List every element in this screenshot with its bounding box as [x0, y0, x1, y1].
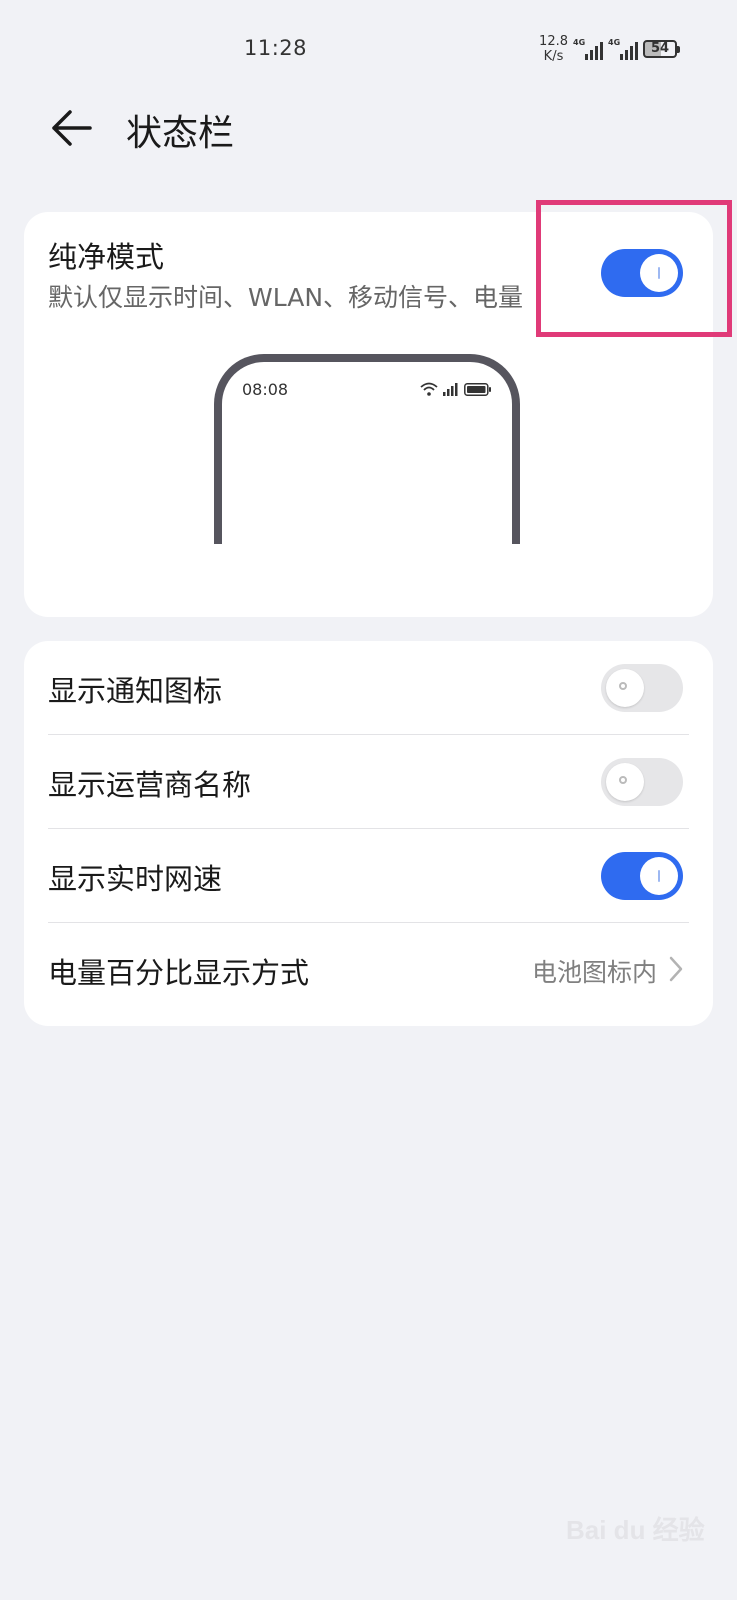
setting-value: 电池图标内 [531, 958, 657, 987]
setting-label: 电量百分比显示方式 [48, 956, 310, 990]
status-icons: 12.8 K/s 4G 4G 54 [539, 32, 680, 66]
signal-icon [443, 382, 458, 396]
setting-row-battery-percentage[interactable]: 电量百分比显示方式 电池图标内 [48, 923, 689, 1017]
status-time: 11:28 [244, 36, 308, 60]
notification-icons-toggle[interactable] [601, 664, 683, 712]
pure-mode-subtitle: 默认仅显示时间、WLAN、移动信号、电量 [48, 283, 524, 312]
watermark: Bai du 经验 [566, 1515, 705, 1545]
toggle-knob [606, 763, 644, 801]
carrier-name-toggle[interactable] [601, 758, 683, 806]
setting-label: 显示通知图标 [48, 674, 223, 708]
sim2-signal-icon: 4G [608, 38, 638, 60]
pure-mode-title: 纯净模式 [48, 240, 165, 274]
battery-icon: 54 [643, 40, 680, 58]
toggle-knob [606, 669, 644, 707]
highlight-box [536, 200, 732, 337]
wifi-icon [420, 382, 438, 396]
settings-card: 显示通知图标 显示运营商名称 显示实时网速 电量百分比显示方式 电池图标内 [24, 641, 713, 1026]
sim1-signal-icon: 4G [573, 38, 603, 60]
preview-status-icons [420, 382, 492, 396]
setting-row-network-speed[interactable]: 显示实时网速 [48, 829, 689, 923]
setting-label: 显示运营商名称 [48, 768, 252, 802]
toggle-knob [640, 857, 678, 895]
preview-time: 08:08 [242, 380, 289, 399]
setting-row-carrier-name[interactable]: 显示运营商名称 [48, 735, 689, 829]
setting-label: 显示实时网速 [48, 862, 223, 896]
back-arrow-icon[interactable] [46, 106, 96, 150]
chevron-right-icon [669, 956, 683, 982]
phone-preview: 08:08 [214, 354, 520, 544]
network-speed-toggle[interactable] [601, 852, 683, 900]
battery-icon [464, 382, 491, 396]
page-title: 状态栏 [126, 113, 235, 154]
net-speed: 12.8 K/s [539, 34, 568, 64]
setting-row-notification-icons[interactable]: 显示通知图标 [48, 641, 689, 735]
